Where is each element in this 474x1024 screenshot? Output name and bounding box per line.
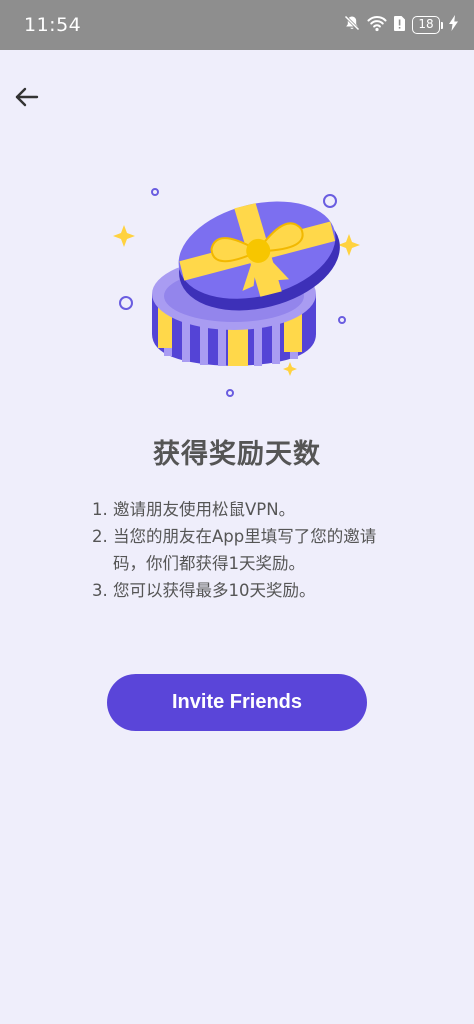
sim-alert-icon (393, 15, 406, 36)
list-item: 1. 邀请朋友使用松鼠VPN。 (92, 496, 402, 523)
step-text: 您可以获得最多10天奖励。 (113, 581, 316, 600)
status-icons: 18 (343, 14, 458, 36)
wifi-icon (367, 14, 387, 36)
steps-list: 1. 邀请朋友使用松鼠VPN。 2. 当您的朋友在App里填写了您的邀请码，你们… (92, 496, 402, 604)
page-title: 获得奖励天数 (153, 439, 321, 470)
list-item: 3. 您可以获得最多10天奖励。 (92, 577, 402, 604)
arrow-left-icon (14, 84, 40, 114)
bell-muted-icon (343, 14, 361, 36)
step-number: 2. (92, 527, 108, 546)
invite-friends-button[interactable]: Invite Friends (107, 674, 367, 731)
status-bar: 11:54 18 (0, 0, 474, 50)
gift-box-illustration (106, 176, 368, 402)
step-text: 当您的朋友在App里填写了您的邀请码，你们都获得1天奖励。 (113, 527, 377, 573)
back-button[interactable] (10, 82, 44, 116)
status-time: 11:54 (24, 14, 82, 36)
battery-icon: 18 (412, 16, 443, 34)
battery-level: 18 (412, 16, 440, 34)
charging-bolt-icon (449, 15, 458, 35)
step-number: 3. (92, 581, 108, 600)
step-text: 邀请朋友使用松鼠VPN。 (113, 500, 296, 519)
step-number: 1. (92, 500, 108, 519)
invite-reward-screen: 11:54 18 获得奖励天数 1. 邀请朋友使用松鼠VPN。 2. 当您的朋友… (0, 0, 474, 1024)
list-item: 2. 当您的朋友在App里填写了您的邀请码，你们都获得1天奖励。 (92, 523, 402, 577)
